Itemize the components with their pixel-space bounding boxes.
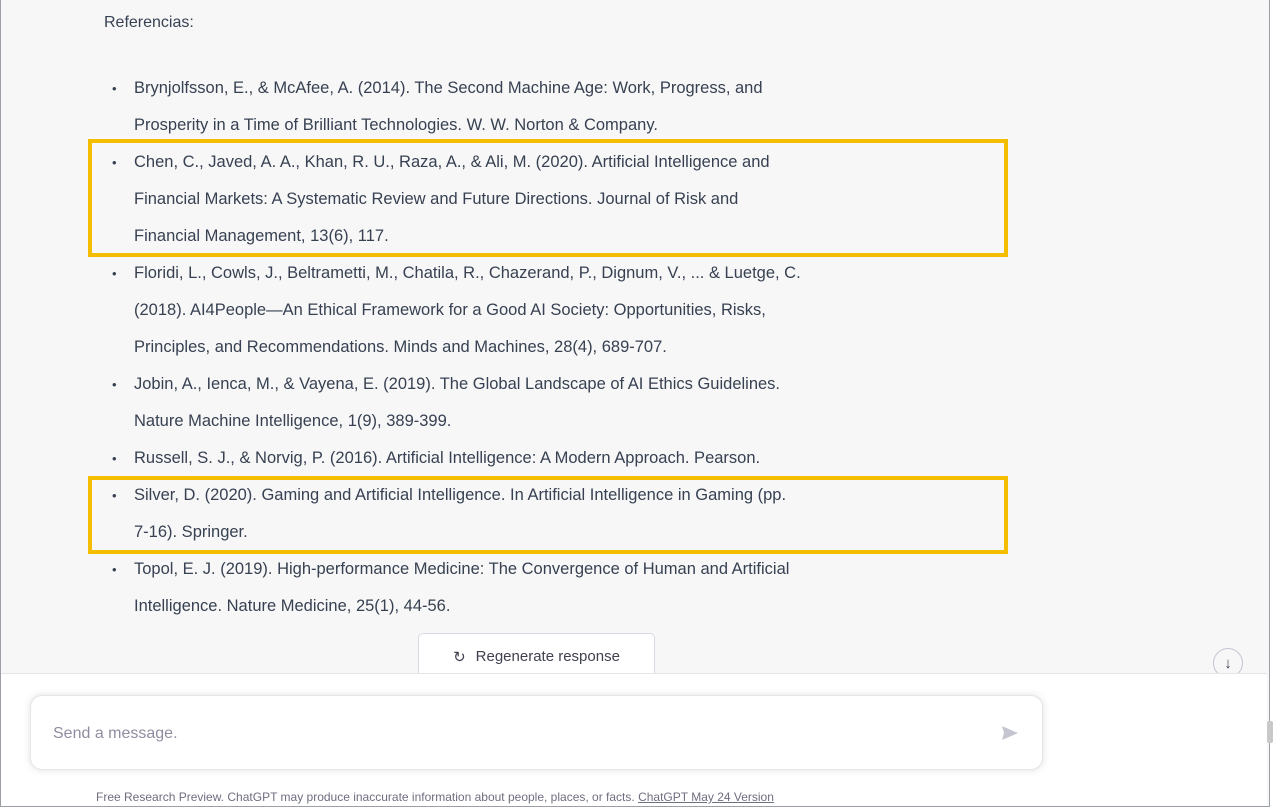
reference-line: Jobin, A., Ienca, M., & Vayena, E. (2019… [134,375,781,393]
arrow-down-icon: ↓ [1224,654,1232,672]
reference-line: Brynjolfsson, E., & McAfee, A. (2014). T… [134,79,763,97]
bullet: • [112,562,117,577]
scrollbar[interactable] [1267,721,1273,743]
bullet: • [112,155,117,170]
reference-line: Principles, and Recommendations. Minds a… [134,338,667,356]
reference-item: • Russell, S. J., & Norvig, P. (2016). A… [104,440,984,477]
reference-line: Financial Markets: A Systematic Review a… [134,190,739,208]
bullet: • [112,81,117,96]
bullet: • [112,451,117,466]
reference-line: Topol, E. J. (2019). High-performance Me… [134,560,790,578]
bullet: • [112,488,117,503]
send-icon [1002,726,1018,740]
reference-item: • Topol, E. J. (2019). High-performance … [104,551,984,625]
reference-line: Nature Machine Intelligence, 1(9), 389-3… [134,412,452,430]
reference-list: • Brynjolfsson, E., & McAfee, A. (2014).… [104,70,984,625]
footer-disclaimer: Free Research Preview. ChatGPT may produ… [96,790,774,804]
references-heading: Referencias: [104,14,194,31]
reference-item: • Jobin, A., Ienca, M., & Vayena, E. (20… [104,366,984,440]
reference-line: Chen, C., Javed, A. A., Khan, R. U., Raz… [134,153,770,171]
reference-item: • Floridi, L., Cowls, J., Beltrametti, M… [104,255,984,366]
reference-line: Silver, D. (2020). Gaming and Artificial… [134,486,787,504]
reference-line: Financial Management, 13(6), 117. [134,227,389,245]
reference-item: • Chen, C., Javed, A. A., Khan, R. U., R… [104,144,984,255]
reference-item: • Brynjolfsson, E., & McAfee, A. (2014).… [104,70,984,144]
message-composer [30,695,1043,770]
reference-line: Intelligence. Nature Medicine, 25(1), 44… [134,597,451,615]
message-input[interactable] [51,718,955,750]
bullet: • [112,266,117,281]
reference-item: • Silver, D. (2020). Gaming and Artifici… [104,477,984,551]
reference-line: Floridi, L., Cowls, J., Beltrametti, M.,… [134,264,801,282]
send-button[interactable] [996,720,1024,746]
reference-line: (2018). AI4People—An Ethical Framework f… [134,301,766,319]
regenerate-label: Regenerate response [475,648,620,665]
reference-line: Prosperity in a Time of Brilliant Techno… [134,116,658,134]
reference-line: Russell, S. J., & Norvig, P. (2016). Art… [134,449,761,467]
bullet: • [112,377,117,392]
version-link[interactable]: ChatGPT May 24 Version [638,790,774,804]
refresh-icon: ↻ [453,648,466,666]
reference-line: 7-16). Springer. [134,523,248,541]
footer-text: Free Research Preview. ChatGPT may produ… [96,790,639,804]
